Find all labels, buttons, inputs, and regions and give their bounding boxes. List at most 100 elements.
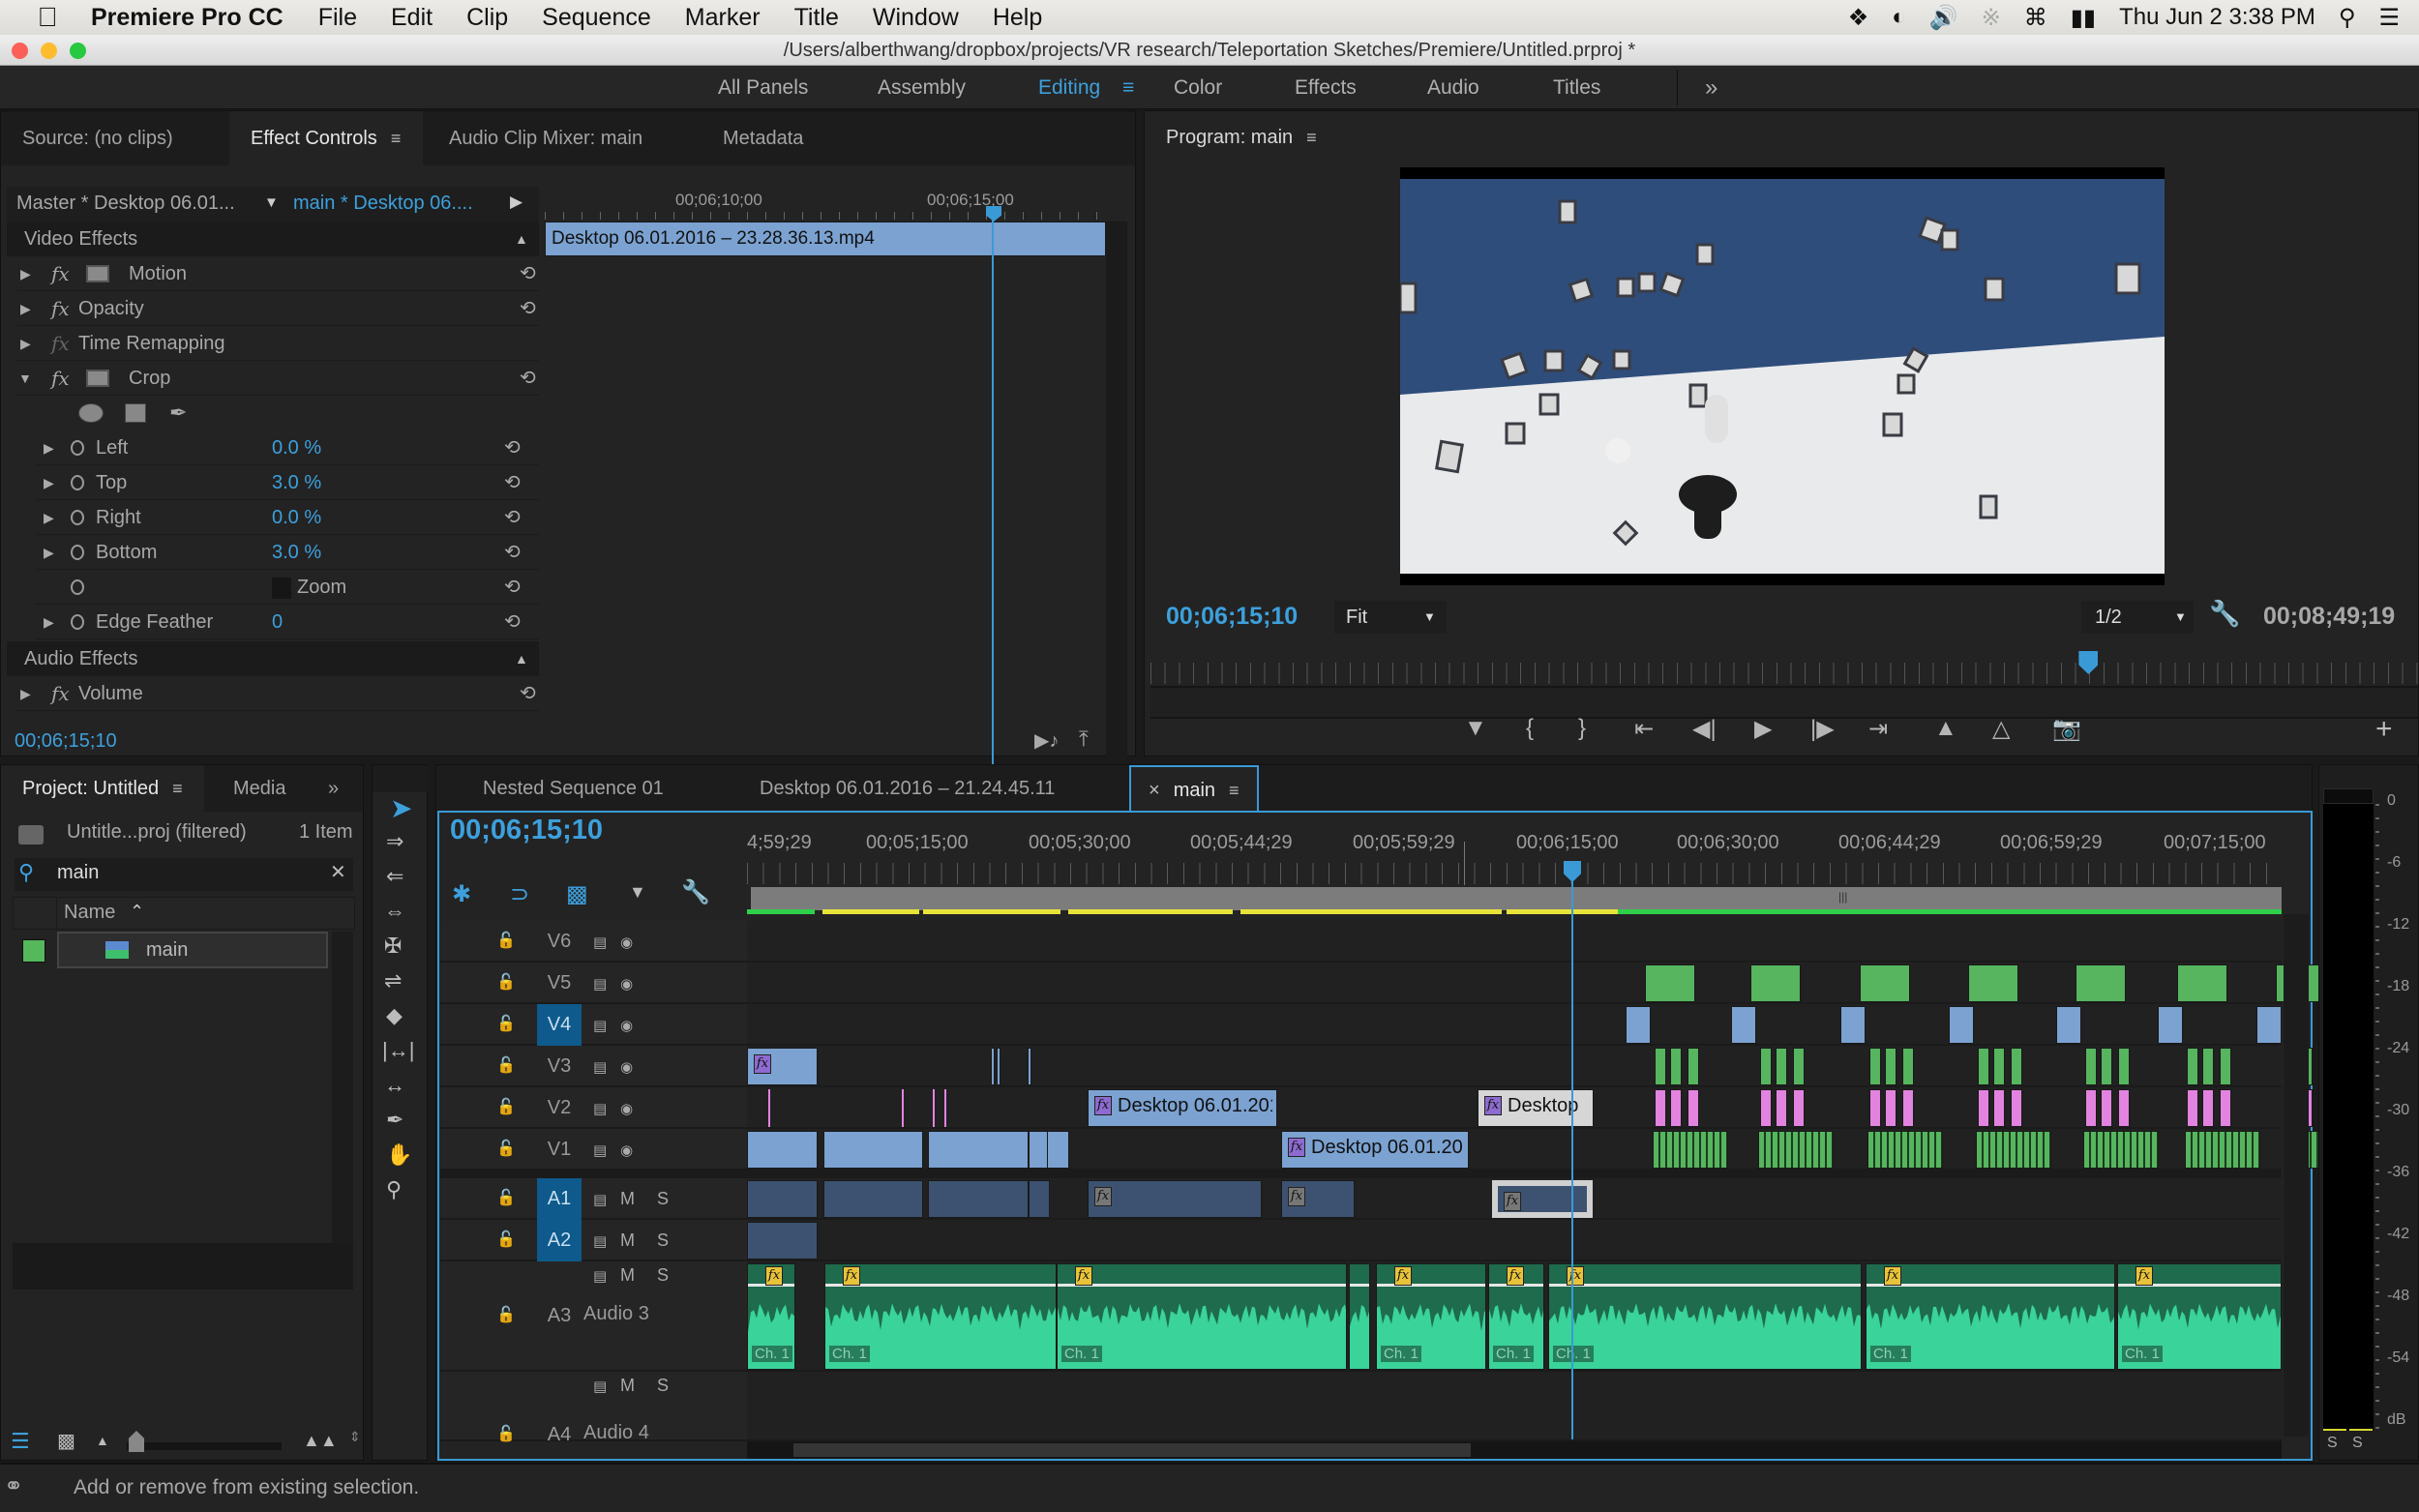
pen-tool-icon[interactable]: ✒ (386, 1108, 403, 1133)
collapse-icon[interactable]: ▲ (515, 222, 528, 256)
collapse-icon[interactable]: ▼ (18, 361, 32, 396)
sync-lock-icon[interactable]: ▤ (593, 1100, 607, 1117)
clip[interactable] (1028, 1048, 1031, 1085)
clip[interactable] (823, 1180, 923, 1218)
solo-button[interactable]: S (657, 1376, 669, 1396)
clip[interactable] (2118, 1089, 2130, 1127)
show-timeline-button[interactable]: ▶ (510, 193, 523, 212)
eye-icon[interactable]: ◉ (620, 975, 633, 993)
play-button[interactable]: ▶ (1754, 715, 1772, 743)
nest-toggle-icon[interactable]: ✱ (452, 880, 471, 908)
clip[interactable] (1902, 1089, 1914, 1127)
mute-button[interactable]: M (620, 1230, 635, 1251)
tab-effect-controls[interactable]: Effect Controls ≡ (229, 111, 423, 165)
sync-lock-icon[interactable]: ▤ (593, 975, 607, 993)
lock-icon[interactable]: 🔓 (496, 1424, 516, 1443)
sync-lock-icon[interactable]: ▤ (593, 1267, 607, 1285)
clip[interactable] (1993, 1089, 2005, 1127)
lock-icon[interactable]: 🔓 (496, 1188, 516, 1207)
clip[interactable] (1655, 1048, 1666, 1085)
work-area-grip-icon[interactable]: ||| (1838, 890, 1847, 904)
track-target-a4[interactable]: A4 (537, 1414, 582, 1456)
menu-help[interactable]: Help (993, 4, 1042, 32)
clip[interactable] (1976, 1131, 2051, 1169)
slide-tool-icon[interactable]: ↔ (384, 1073, 405, 1098)
sync-lock-icon[interactable]: ▤ (593, 1141, 607, 1159)
clip[interactable] (2056, 1006, 2081, 1044)
clip[interactable] (2256, 1006, 2282, 1044)
clip[interactable] (2202, 1048, 2214, 1085)
track-target-a2[interactable]: A2 (537, 1220, 582, 1261)
clip[interactable] (1047, 1131, 1069, 1169)
stopwatch-icon[interactable] (71, 614, 84, 630)
track-select-backward-tool-icon[interactable]: ⇐ (386, 864, 403, 889)
slip-tool-icon[interactable]: |↔| (382, 1038, 414, 1063)
stopwatch-icon[interactable] (71, 440, 84, 456)
param-value[interactable]: 0 (272, 605, 283, 639)
eye-icon[interactable]: ◉ (620, 934, 633, 951)
ripple-edit-tool-icon[interactable]: ⇔ (384, 899, 405, 924)
tab-audio-clip-mixer[interactable]: Audio Clip Mixer: main (428, 111, 664, 165)
track-lane-a2[interactable] (747, 1220, 2282, 1261)
clip[interactable] (1869, 1089, 1881, 1127)
expand-icon[interactable]: ▶ (20, 256, 31, 291)
expand-icon[interactable]: ▶ (44, 465, 54, 500)
audio-clip[interactable]: fx Ch. 1 (747, 1263, 795, 1370)
clip[interactable] (1626, 1006, 1651, 1044)
sort-ascending-icon[interactable]: ⌃ (130, 902, 144, 922)
track-lane-v5[interactable] (747, 963, 2282, 1004)
transform-icon[interactable] (86, 265, 109, 282)
timeline-settings-icon[interactable]: 🔧 (681, 878, 710, 906)
linked-selection-icon[interactable]: ▩ (566, 880, 588, 908)
clip[interactable] (944, 1089, 946, 1127)
clip[interactable] (2083, 1131, 2159, 1169)
reset-icon[interactable]: ⟲ (504, 500, 521, 535)
audio-clip[interactable]: fx Ch. 1 (1488, 1263, 1544, 1370)
reset-icon[interactable]: ⟲ (504, 535, 521, 570)
clip[interactable] (2158, 1006, 2183, 1044)
audio-clip[interactable]: fx Ch. 1 (824, 1263, 1057, 1370)
stopwatch-icon[interactable] (71, 475, 84, 490)
clip[interactable] (2101, 1089, 2112, 1127)
menu-file[interactable]: File (318, 4, 357, 32)
rectangle-mask-icon[interactable] (125, 403, 146, 423)
reset-icon[interactable]: ⟲ (504, 465, 521, 500)
peak-indicators[interactable] (2323, 788, 2374, 804)
resolution-dropdown[interactable]: 1/2 ▼ (2081, 601, 2194, 634)
panel-menu-icon[interactable]: ≡ (172, 765, 183, 812)
reset-icon[interactable]: ⟲ (504, 570, 521, 605)
clip[interactable] (1645, 964, 1695, 1002)
track-target-v3[interactable]: V3 (537, 1046, 582, 1087)
go-to-in-button[interactable]: ⇤ (1634, 715, 1654, 743)
zoom-checkbox[interactable] (272, 578, 291, 599)
clip[interactable] (1860, 964, 1910, 1002)
monitor-time-ruler[interactable] (1150, 663, 2418, 684)
mark-in-button[interactable]: { (1526, 715, 1534, 742)
chevron-down-icon[interactable]: ▼ (264, 194, 279, 211)
lock-icon[interactable]: 🔓 (496, 1305, 516, 1324)
reset-icon[interactable]: ⟲ (520, 676, 536, 711)
track-target-v6[interactable]: V6 (537, 921, 582, 963)
mark-out-button[interactable]: } (1578, 715, 1586, 742)
volume-icon[interactable]: 🔊 (1929, 4, 1958, 32)
lock-icon[interactable]: 🔓 (496, 931, 516, 950)
zoom-dropdown[interactable]: Fit ▼ (1334, 601, 1447, 634)
clip[interactable] (747, 1222, 818, 1260)
clip-desktop[interactable]: fx Desktop 06.01.2016 (1281, 1131, 1469, 1169)
button-editor-plus[interactable]: + (2375, 713, 2393, 746)
effect-row-motion[interactable]: ▶ fx Motion ⟲ (16, 256, 539, 291)
tab-desktop-sequence[interactable]: Desktop 06.01.2016 – 21.24.45.11 (713, 765, 1101, 812)
minimize-window-button[interactable] (41, 43, 57, 59)
param-value[interactable]: 0.0 % (272, 430, 321, 465)
eye-icon[interactable]: ◉ (620, 1058, 633, 1076)
tab-nested-sequence[interactable]: Nested Sequence 01 (436, 765, 710, 812)
ellipse-mask-icon[interactable] (78, 403, 104, 423)
audio-clip[interactable]: fx Ch. 1 (2117, 1263, 2282, 1370)
reset-icon[interactable]: ⟲ (520, 361, 536, 396)
clip[interactable] (747, 1131, 818, 1169)
timeline-horizontal-scrollbar[interactable] (747, 1441, 2282, 1459)
export-icon[interactable]: ⤒ (1079, 726, 1089, 752)
sync-lock-icon[interactable]: ▤ (593, 934, 607, 951)
clip[interactable] (1978, 1048, 1989, 1085)
solo-button[interactable]: S (657, 1189, 669, 1209)
